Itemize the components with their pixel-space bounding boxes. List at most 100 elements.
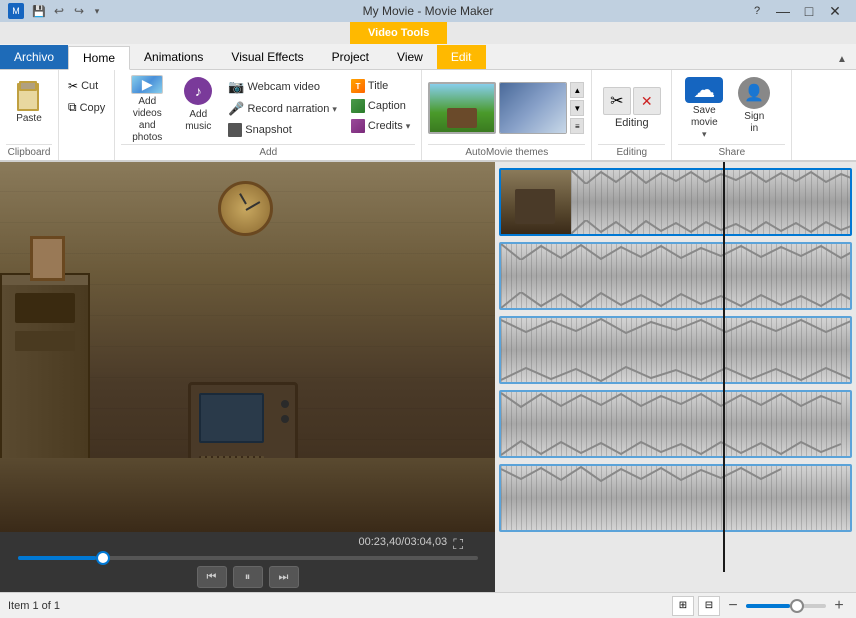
tab-animations[interactable]: Animations: [130, 45, 217, 69]
add-videos-icon: ▶: [131, 75, 163, 94]
zoom-slider-thumb[interactable]: [790, 599, 804, 613]
add-music-label: Addmusic: [185, 109, 211, 133]
tab-project[interactable]: Project: [318, 45, 383, 69]
paste-label: Paste: [16, 113, 42, 124]
timeline-panel: [495, 162, 856, 592]
copy-button[interactable]: ⧉ Copy: [63, 97, 110, 118]
title-button[interactable]: T Title: [346, 76, 415, 96]
minimize-button[interactable]: —: [770, 0, 796, 22]
picture-frame-prop: [30, 236, 65, 281]
zoom-slider-fill: [746, 604, 790, 608]
snapshot-label: Snapshot: [245, 124, 291, 136]
timeline-clip-3[interactable]: [499, 316, 852, 384]
share-group-label: Share: [678, 144, 785, 158]
share-group: ☁ Savemovie ▾ 👤 Signin Share: [672, 70, 792, 160]
seek-progress: [18, 556, 96, 560]
paste-button[interactable]: Paste: [6, 76, 52, 140]
clipboard-group-label: Clipboard: [6, 144, 52, 158]
zoom-out-button[interactable]: −: [724, 597, 742, 615]
status-bar: Item 1 of 1 ⊞ ⊟ − +: [0, 592, 856, 618]
tab-visual-effects[interactable]: Visual Effects: [217, 45, 317, 69]
app-logo-icon: M: [8, 3, 24, 19]
seek-thumb[interactable]: [96, 551, 110, 565]
trim-icon: ✂: [603, 87, 631, 115]
playback-controls: ⏮ ⏸ ⏭: [197, 566, 299, 588]
record-narration-label: Record narration: [247, 103, 329, 115]
status-controls: ⊞ ⊟ − +: [672, 596, 848, 616]
timeline-scroll[interactable]: [495, 162, 856, 592]
theme-item-2[interactable]: [499, 82, 567, 134]
save-movie-button[interactable]: ☁ Savemovie ▾: [678, 76, 730, 140]
timeline-clip-1[interactable]: [499, 168, 852, 236]
fullscreen-button[interactable]: ⛶: [453, 536, 463, 553]
maximize-button[interactable]: □: [796, 0, 822, 22]
snapshot-icon: [228, 123, 242, 137]
snapshot-button[interactable]: Snapshot: [223, 120, 342, 140]
remove-icon: ✕: [633, 87, 661, 115]
caption-icon: [351, 99, 365, 113]
webcam-label: Webcam video: [247, 81, 320, 93]
tab-view[interactable]: View: [383, 45, 437, 69]
qat-dropdown[interactable]: ▾: [90, 2, 104, 20]
person-icon: 👤: [738, 77, 770, 109]
sign-in-button[interactable]: 👤 Signin: [734, 76, 774, 140]
credits-button[interactable]: Credits ▾: [346, 116, 415, 136]
cloud-upload-icon: ☁: [685, 77, 723, 103]
zoom-slider[interactable]: [746, 604, 826, 608]
forward-button[interactable]: ⏭: [269, 566, 299, 588]
editing-group: ✂ ✕ Editing Editing: [592, 70, 672, 160]
timeline-clip-2[interactable]: [499, 242, 852, 310]
theme-scroll-up[interactable]: ▲: [570, 82, 584, 98]
pause-button[interactable]: ⏸: [233, 566, 263, 588]
add-group-label: Add: [121, 144, 415, 158]
webcam-video-button[interactable]: 📷 Webcam video: [223, 76, 342, 98]
microphone-icon: 🎤: [228, 101, 244, 117]
theme-item-1[interactable]: [428, 82, 496, 134]
tab-archivo[interactable]: Archivo: [0, 45, 68, 69]
ribbon: Paste Clipboard ✂ Cut ⧉ Copy ▶ Add vide: [0, 70, 856, 162]
cut-label: Cut: [81, 80, 98, 92]
cut-button[interactable]: ✂ Cut: [63, 76, 110, 96]
theme-scroll-more[interactable]: ≡: [570, 118, 584, 134]
seek-bar[interactable]: [18, 556, 478, 560]
close-button[interactable]: ✕: [822, 0, 848, 22]
automovie-group-label: AutoMovie themes: [428, 144, 585, 158]
tab-home[interactable]: Home: [68, 46, 130, 70]
title-label: Title: [368, 80, 388, 92]
title-icon: T: [351, 79, 365, 93]
theme-scroll-down[interactable]: ▼: [570, 100, 584, 116]
add-videos-label: Add videosand photos: [124, 96, 170, 144]
save-button[interactable]: 💾: [30, 2, 48, 20]
caption-label: Caption: [368, 100, 406, 112]
scissors-icon: ✂: [68, 79, 78, 93]
paste-icon: [13, 79, 45, 111]
video-controls: 00:23,40/03:04,03 ⛶ ⏮ ⏸ ⏭: [0, 532, 495, 592]
redo-button[interactable]: ↪: [70, 2, 88, 20]
zoom-in-button[interactable]: +: [830, 597, 848, 615]
copy-icon: ⧉: [68, 100, 77, 115]
help-button[interactable]: ?: [744, 0, 770, 22]
rewind-button[interactable]: ⏮: [197, 566, 227, 588]
save-movie-label: Savemovie: [691, 105, 718, 129]
timeline-clip-5[interactable]: [499, 464, 852, 532]
tab-edit[interactable]: Edit: [437, 45, 486, 69]
record-narration-button[interactable]: 🎤 Record narration ▾: [223, 98, 342, 120]
video-tools-tab[interactable]: Video Tools: [350, 22, 447, 44]
clipboard-group: Paste Clipboard: [0, 70, 59, 160]
credits-label: Credits: [368, 120, 403, 132]
sign-in-label: Signin: [744, 111, 764, 135]
main-content: 00:23,40/03:04,03 ⛶ ⏮ ⏸ ⏭: [0, 162, 856, 592]
undo-button[interactable]: ↩: [50, 2, 68, 20]
add-music-button[interactable]: ♪ Addmusic: [177, 72, 219, 136]
ribbon-collapse-button[interactable]: ▲: [832, 49, 852, 69]
webcam-icon: 📷: [228, 79, 244, 95]
storyboard-view-button[interactable]: ⊞: [672, 596, 694, 616]
add-videos-button[interactable]: ▶ Add videosand photos: [121, 72, 173, 136]
editing-group-label: Editing: [598, 144, 665, 158]
video-frame: [0, 162, 495, 532]
status-item-count: Item 1 of 1: [8, 600, 60, 612]
caption-button[interactable]: Caption: [346, 96, 415, 116]
timeline-view-button[interactable]: ⊟: [698, 596, 720, 616]
editing-button[interactable]: Editing: [615, 117, 649, 129]
timeline-clip-4[interactable]: [499, 390, 852, 458]
